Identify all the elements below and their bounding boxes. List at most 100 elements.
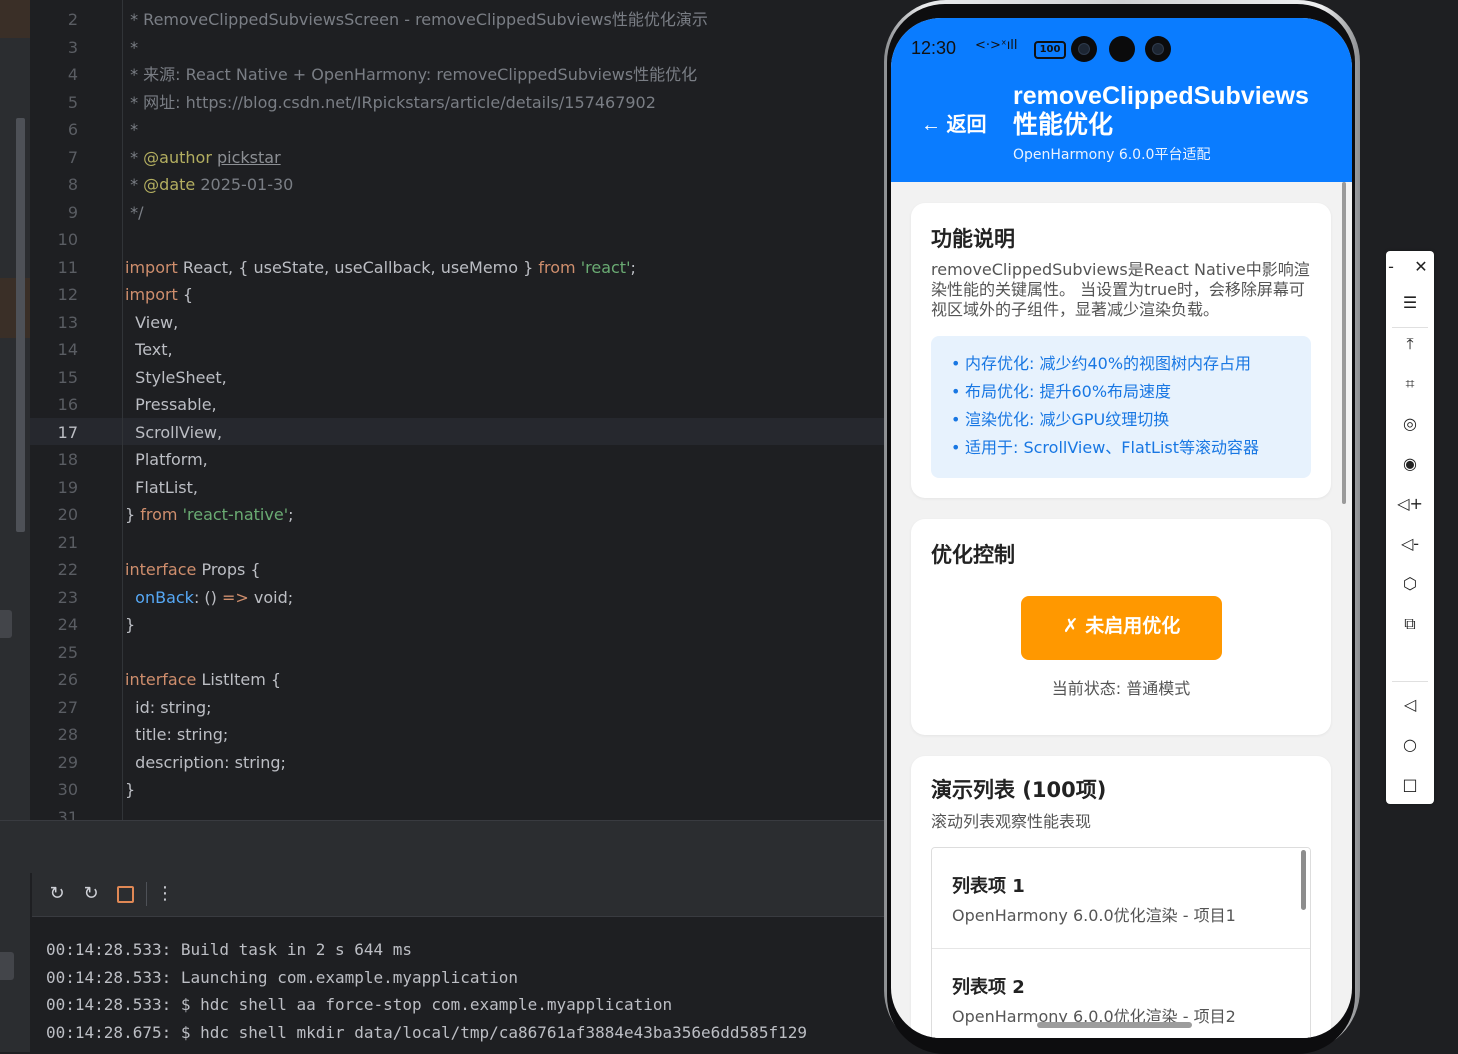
line-number: 7 <box>67 148 78 167</box>
side-tab[interactable] <box>0 610 12 638</box>
line-number: 26 <box>57 670 78 689</box>
code-text: import { <box>125 285 194 304</box>
page-subtitle: OpenHarmony 6.0.0平台适配 <box>1013 147 1211 163</box>
feature-item: • 布局优化: 提升60%布局速度 <box>951 382 1172 401</box>
card-description: removeClippedSubviews是React Native中影响渲染性… <box>931 260 1310 319</box>
line-number: 9 <box>67 203 78 222</box>
line-number: 15 <box>57 368 78 387</box>
toolbar-divider <box>146 882 147 906</box>
crop-icon[interactable]: ⌗ <box>1386 372 1434 396</box>
multi-screen-icon[interactable]: ⧉ <box>1386 612 1434 636</box>
emulator-toolbar: - ✕ ☰ ⤒ ⌗ ◎ ◉ ◁+ ◁- ⬡ ⧉ ◁ ○ □ <box>1386 251 1434 804</box>
card-title: 演示列表 (100项) <box>931 778 1107 802</box>
line-number: 30 <box>57 780 78 799</box>
code-text: View, <box>125 313 179 332</box>
line-number: 5 <box>67 93 78 112</box>
list-item[interactable]: 列表项 1 OpenHarmony 6.0.0优化渲染 - 项目1 <box>932 848 1310 949</box>
info-card: 功能说明 removeClippedSubviews是React Native中… <box>911 203 1331 498</box>
side-tab[interactable] <box>0 952 14 980</box>
page-title: removeClippedSubviews性能优化 <box>1013 82 1309 139</box>
demo-list[interactable]: 列表项 1 OpenHarmony 6.0.0优化渲染 - 项目1 列表项 2 … <box>931 847 1311 1038</box>
rerun-failed-icon[interactable]: ↻ <box>80 883 102 905</box>
phone-screen[interactable]: 12:30 <·>ˣıll 100 ← 返回 removeClippedSubv… <box>891 18 1352 1038</box>
volume-up-icon[interactable]: ◁+ <box>1386 492 1434 516</box>
stop-icon[interactable] <box>114 883 136 905</box>
line-number: 13 <box>57 313 78 332</box>
volume-down-icon[interactable]: ◁- <box>1386 532 1434 556</box>
signal-icon: <·>ˣıll <box>975 38 1018 53</box>
run-toolbar: ↻ ↻ ⋮ <box>32 872 885 917</box>
back-icon[interactable]: ◁ <box>1386 693 1434 717</box>
line-number: 22 <box>57 560 78 579</box>
indent-guide <box>122 0 123 820</box>
line-number: 18 <box>57 450 78 469</box>
gutter-marker <box>0 0 30 38</box>
line-number: 3 <box>67 38 78 57</box>
feature-text: 适用于: ScrollView、FlatList等滚动容器 <box>965 438 1260 457</box>
gutter-marker <box>0 278 30 338</box>
run-console[interactable]: 00:14:28.533: Build task in 2 s 644 ms 0… <box>32 917 885 1052</box>
shake-icon[interactable]: ⬡ <box>1386 572 1434 596</box>
feature-item: • 内存优化: 减少约40%的视图树内存占用 <box>951 354 1252 373</box>
menu-icon[interactable]: ☰ <box>1386 291 1434 315</box>
feature-text: 渲染优化: 减少GPU纹理切换 <box>965 410 1170 429</box>
list-card: 演示列表 (100项) 滚动列表观察性能表现 列表项 1 OpenHarmony… <box>911 756 1331 1038</box>
console-line: 00:14:28.675: $ hdc shell mkdir data/loc… <box>46 1023 807 1042</box>
code-text: * @author pickstar <box>125 148 281 167</box>
line-number: 28 <box>57 725 78 744</box>
page-scrollbar[interactable] <box>1342 182 1346 504</box>
code-text: interface Props { <box>125 560 261 579</box>
code-text: id: string; <box>125 698 212 717</box>
toggle-optimization-button[interactable]: ✗ 未启用优化 <box>1021 596 1222 660</box>
camera-icon <box>1145 36 1171 62</box>
code-editor[interactable]: 2 * RemoveClippedSubviewsScreen - remove… <box>30 0 885 820</box>
home-icon[interactable]: ○ <box>1386 733 1434 757</box>
code-text: ScrollView, <box>125 423 223 442</box>
close-icon[interactable]: ✕ <box>1406 255 1436 279</box>
line-number: 4 <box>67 65 78 84</box>
screenshot-icon[interactable]: ◉ <box>1386 452 1434 476</box>
recents-icon[interactable]: □ <box>1386 773 1434 797</box>
feature-text: 内存优化: 减少约40%的视图树内存占用 <box>965 354 1252 373</box>
line-number: 2 <box>67 10 78 29</box>
back-button[interactable]: ← 返回 <box>921 108 987 137</box>
code-text: * 网址: https://blog.csdn.net/IRpickstars/… <box>125 93 656 112</box>
list-item-title: 列表项 2 <box>952 977 1025 998</box>
code-text: * <box>125 120 139 139</box>
line-number: 23 <box>57 588 78 607</box>
editor-scrollbar[interactable] <box>16 118 25 532</box>
panel-splitter[interactable] <box>0 820 885 873</box>
code-text: } <box>125 615 136 634</box>
app-header: 12:30 <·>ˣıll 100 ← 返回 removeClippedSubv… <box>891 18 1352 182</box>
card-subtitle: 滚动列表观察性能表现 <box>931 812 1092 831</box>
console-line: 00:14:28.533: Launching com.example.myap… <box>46 968 519 987</box>
line-number: 16 <box>57 395 78 414</box>
feature-item: • 渲染优化: 减少GPU纹理切换 <box>951 410 1170 429</box>
line-number: 11 <box>57 258 78 277</box>
camera-icon <box>1071 36 1097 62</box>
code-text: FlatList, <box>125 478 198 497</box>
card-title: 功能说明 <box>931 227 1015 251</box>
ide-left-gutter <box>0 0 30 1052</box>
code-text: Text, <box>125 340 173 359</box>
minimize-icon[interactable]: - <box>1376 255 1406 279</box>
code-text: } from 'react-native'; <box>125 505 294 524</box>
line-number: 8 <box>67 175 78 194</box>
rotate-icon[interactable]: ◎ <box>1386 412 1434 436</box>
code-text: interface ListItem { <box>125 670 282 689</box>
more-icon[interactable]: ⋮ <box>154 883 176 905</box>
battery-icon: 100 <box>1034 41 1066 59</box>
list-scrollbar[interactable] <box>1301 850 1306 910</box>
console-line: 00:14:28.533: Build task in 2 s 644 ms <box>46 940 413 959</box>
rerun-icon[interactable]: ↻ <box>46 883 68 905</box>
pin-top-icon[interactable]: ⤒ <box>1386 332 1434 356</box>
line-number: 29 <box>57 753 78 772</box>
code-text: */ <box>125 203 144 222</box>
toolbar-divider <box>1392 681 1428 682</box>
line-number: 24 <box>57 615 78 634</box>
control-card: 优化控制 ✗ 未启用优化 当前状态: 普通模式 <box>911 519 1331 735</box>
code-text: StyleSheet, <box>125 368 227 387</box>
code-text: Pressable, <box>125 395 217 414</box>
home-indicator[interactable] <box>1037 1022 1192 1028</box>
list-item-desc: OpenHarmony 6.0.0优化渲染 - 项目1 <box>952 906 1236 925</box>
